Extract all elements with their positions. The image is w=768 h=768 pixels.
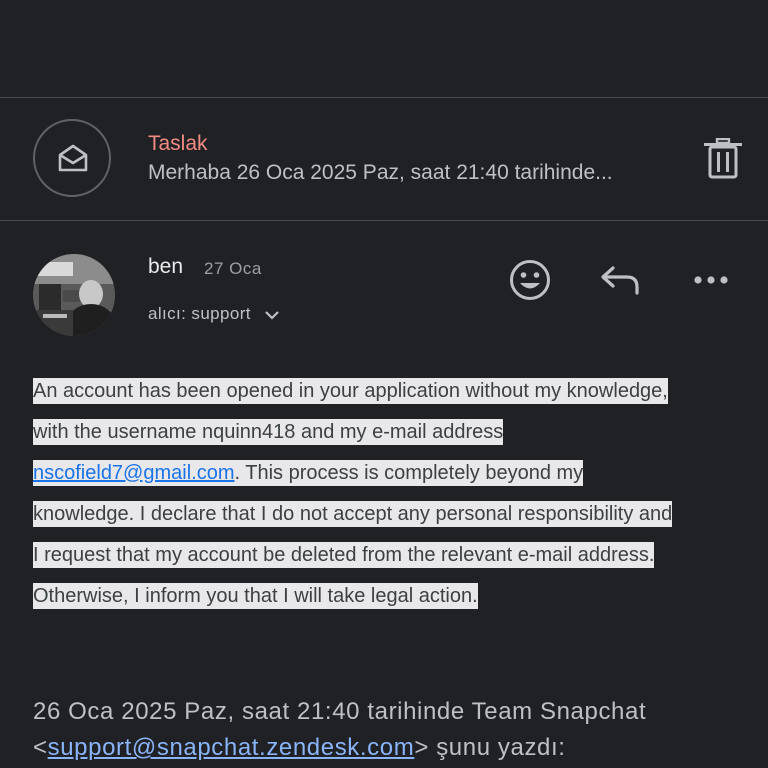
draft-snippet: Merhaba 26 Oca 2025 Paz, saat 21:40 tari…	[148, 161, 613, 184]
avatar-photo	[33, 254, 115, 336]
sender-name: ben	[148, 255, 184, 278]
sent-date: 27 Oca	[204, 259, 262, 278]
email-link[interactable]: nscofield7@gmail.com	[33, 460, 235, 486]
quote-close: > şunu yazdı:	[414, 734, 566, 761]
avatar[interactable]	[33, 254, 115, 336]
email-screen: Taslak Merhaba 26 Oca 2025 Paz, saat 21:…	[0, 0, 768, 768]
mail-open-icon	[58, 144, 88, 172]
draft-label: Taslak	[148, 132, 208, 155]
quote-intro: 26 Oca 2025 Paz, saat 21:40 tarihinde Te…	[33, 698, 647, 725]
body-line: with the username nquinn418 and my e-mai…	[33, 419, 504, 445]
recipient-toggle[interactable]: alıcı: support	[148, 304, 280, 324]
emoji-reaction-icon[interactable]	[508, 258, 552, 302]
body-line: I request that my account be deleted fro…	[33, 542, 655, 568]
body-line: . This process is completely beyond my	[234, 460, 584, 486]
quote-email-link[interactable]: support@snapchat.zendesk.com	[48, 734, 415, 761]
chevron-down-icon	[265, 311, 279, 320]
quote-header: 26 Oca 2025 Paz, saat 21:40 tarihinde Te…	[33, 694, 753, 766]
quote-open-bracket: <	[33, 734, 48, 761]
recipient-label: alıcı: support	[148, 304, 251, 323]
reply-icon[interactable]	[599, 258, 643, 302]
draft-row[interactable]: Taslak Merhaba 26 Oca 2025 Paz, saat 21:…	[0, 98, 768, 220]
body-line: knowledge. I declare that I do not accep…	[33, 501, 673, 527]
message-header: ben 27 Oca alıcı: support	[0, 221, 768, 351]
message-body: An account has been opened in your appli…	[33, 371, 738, 617]
more-horizontal-icon[interactable]	[689, 258, 733, 302]
draft-icon-circle	[33, 119, 111, 197]
body-line: An account has been opened in your appli…	[33, 378, 668, 404]
status-bar-area	[0, 0, 768, 97]
trash-icon[interactable]	[703, 138, 743, 180]
body-line: Otherwise, I inform you that I will take…	[33, 583, 478, 609]
